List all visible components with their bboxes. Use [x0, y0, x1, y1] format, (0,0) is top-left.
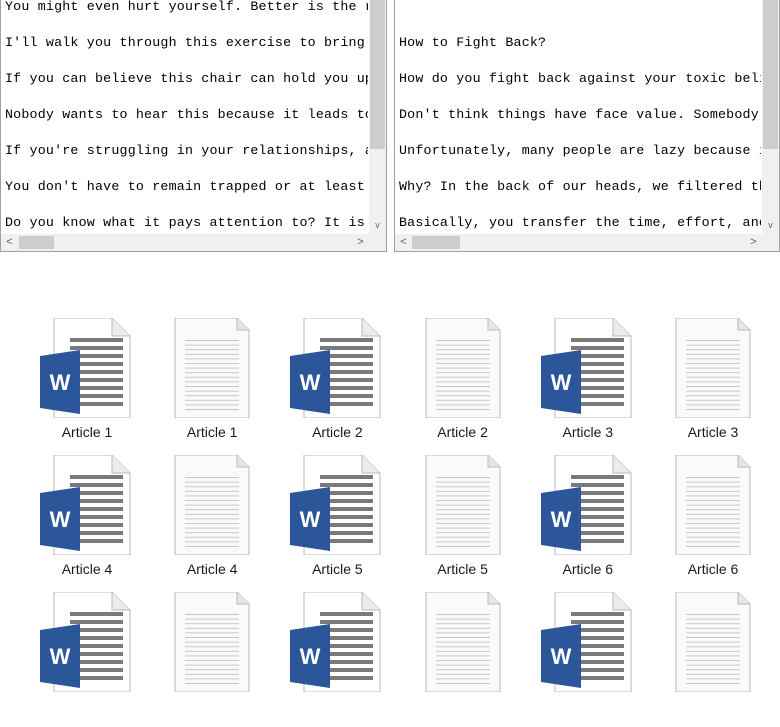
scroll-right-arrow-icon[interactable]: >	[745, 234, 762, 251]
file-label: Article 4	[186, 561, 238, 577]
svg-text:W: W	[300, 370, 321, 395]
file-item[interactable]	[401, 591, 525, 727]
file-item[interactable]: W	[526, 591, 650, 727]
word-document-icon: W	[540, 454, 635, 556]
text-line: How to Fight Back?	[399, 35, 547, 50]
file-item[interactable]: W Article 1	[25, 317, 149, 453]
file-item[interactable]: W Article 5	[275, 454, 399, 590]
word-document-icon: W	[290, 317, 384, 419]
svg-text:W: W	[550, 507, 571, 532]
text-line: If you can believe this chair can hold y…	[5, 71, 368, 86]
svg-text:W: W	[300, 507, 321, 532]
vertical-scrollbar[interactable]: v	[762, 0, 779, 234]
text-document-icon	[416, 317, 510, 419]
file-label: Article 2	[437, 424, 488, 440]
text-line: Nobody wants to hear this because it lea…	[5, 107, 368, 122]
file-item[interactable]: W	[25, 591, 149, 727]
text-line: You don't have to remain trapped or at l…	[5, 179, 365, 194]
word-document-icon: W	[290, 454, 384, 556]
svg-text:W: W	[550, 644, 571, 669]
text-document-icon	[165, 591, 259, 693]
svg-text:W: W	[50, 644, 71, 669]
scrollbar-corner	[369, 234, 386, 251]
text-document-icon	[416, 454, 510, 556]
file-label: Article 4	[61, 561, 113, 577]
text-line: Unfortunately, many people are lazy beca…	[399, 143, 761, 158]
file-item[interactable]: Article 1	[150, 317, 274, 453]
scroll-thumb[interactable]	[370, 0, 385, 149]
left-text-pane[interactable]: You might even hurt yourself. Better is …	[0, 0, 387, 252]
file-item[interactable]: W Article 2	[275, 317, 399, 453]
text-document-icon	[165, 454, 259, 556]
file-item[interactable]: W Article 3	[526, 317, 650, 453]
left-pane-lines: You might even hurt yourself. Better is …	[5, 0, 368, 241]
file-label: Article 5	[437, 561, 488, 577]
file-item[interactable]: W Article 4	[25, 454, 149, 590]
file-item[interactable]: Article 4	[150, 454, 274, 590]
file-item[interactable]	[150, 591, 274, 727]
scrollbar-corner	[762, 234, 779, 251]
svg-text:W: W	[50, 507, 71, 532]
word-document-icon: W	[40, 317, 134, 419]
svg-text:W: W	[300, 644, 321, 669]
file-label: Article 6	[687, 561, 739, 577]
scroll-thumb[interactable]	[763, 0, 778, 149]
text-document-icon	[666, 591, 760, 693]
file-item[interactable]	[651, 591, 775, 727]
file-item[interactable]: W Article 6	[526, 454, 650, 590]
right-text-pane[interactable]: How to Fight Back? How do you fight back…	[394, 0, 780, 252]
text-line: How do you fight back against your toxic…	[399, 71, 761, 86]
text-line: Don't think things have face value. Some…	[399, 107, 759, 122]
text-document-icon	[165, 317, 259, 419]
file-label: Article 3	[687, 424, 739, 440]
file-label: Article 2	[312, 424, 363, 440]
right-pane-lines: How to Fight Back? How do you fight back…	[399, 0, 761, 241]
word-document-icon: W	[290, 591, 384, 693]
word-document-icon: W	[40, 591, 134, 693]
horizontal-scrollbar[interactable]: < >	[1, 234, 369, 251]
word-document-icon: W	[540, 591, 635, 693]
file-label: Article 1	[61, 424, 113, 440]
word-document-icon: W	[540, 317, 635, 419]
text-document-icon	[416, 591, 510, 693]
horizontal-scrollbar[interactable]: < >	[395, 234, 762, 251]
svg-text:W: W	[550, 370, 571, 395]
scroll-left-arrow-icon[interactable]: <	[1, 234, 18, 251]
scroll-right-arrow-icon[interactable]: >	[352, 234, 369, 251]
vertical-scrollbar[interactable]: v	[369, 0, 386, 234]
text-line: I'll walk you through this exercise to b…	[5, 35, 365, 50]
word-document-icon: W	[40, 454, 134, 556]
file-label: Article 1	[186, 424, 238, 440]
file-item[interactable]: W	[275, 591, 399, 727]
file-item[interactable]: Article 2	[401, 317, 525, 453]
file-label: Article 5	[312, 561, 363, 577]
file-item[interactable]: Article 6	[651, 454, 775, 590]
scroll-down-arrow-icon[interactable]: v	[762, 217, 779, 234]
text-line	[399, 0, 761, 25]
scroll-down-arrow-icon[interactable]: v	[369, 217, 386, 234]
text-document-icon	[666, 454, 760, 556]
svg-text:W: W	[50, 370, 71, 395]
text-line: If you're struggling in your relationshi…	[5, 143, 368, 158]
file-item[interactable]: Article 3	[651, 317, 775, 453]
text-document-icon	[666, 317, 760, 419]
file-label: Article 6	[562, 561, 614, 577]
scroll-thumb[interactable]	[412, 236, 460, 249]
text-line: Why? In the back of our heads, we filter…	[399, 179, 761, 194]
scroll-thumb[interactable]	[19, 236, 54, 249]
text-line: You might even hurt yourself. Better is …	[5, 0, 368, 14]
file-item[interactable]: Article 5	[401, 454, 525, 590]
file-label: Article 3	[562, 424, 614, 440]
scroll-left-arrow-icon[interactable]: <	[395, 234, 412, 251]
